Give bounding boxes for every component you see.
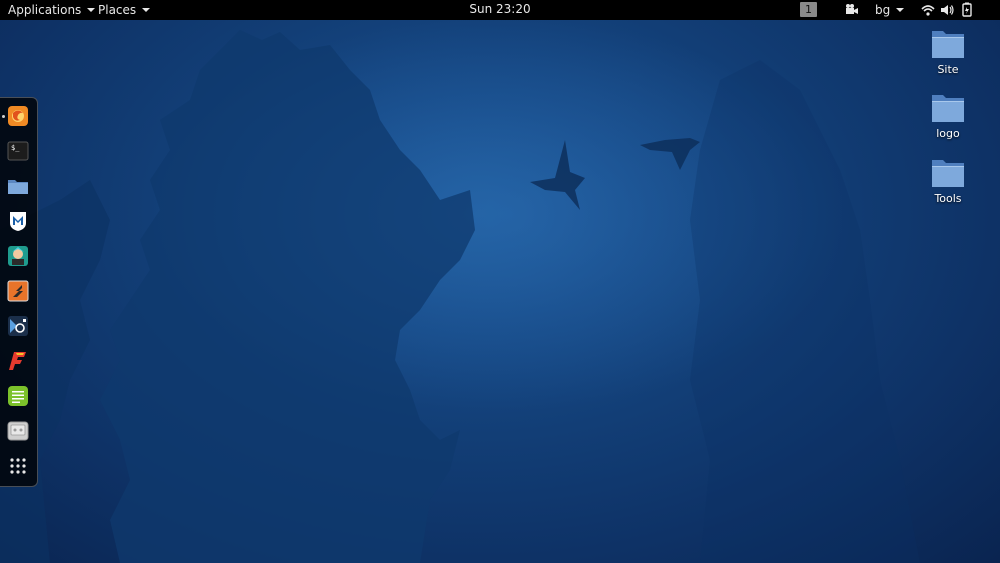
dock-item-leafpad[interactable] bbox=[7, 385, 29, 407]
battery-icon bbox=[962, 2, 972, 17]
desktop-folder-logo[interactable]: logo bbox=[918, 92, 978, 140]
dock-item-show-applications[interactable] bbox=[7, 455, 29, 477]
desktop-icon-label: Tools bbox=[934, 192, 962, 205]
volume-icon bbox=[941, 5, 954, 15]
maltego-icon bbox=[8, 316, 28, 336]
applications-menu-label: Applications bbox=[8, 2, 82, 17]
show-applications-icon bbox=[10, 458, 26, 474]
folder-icon bbox=[932, 160, 964, 187]
camera-icon[interactable] bbox=[845, 2, 859, 18]
desktop-icon-label: Site bbox=[937, 63, 959, 76]
places-menu-label: Places bbox=[98, 2, 137, 17]
metasploit-icon bbox=[10, 212, 26, 231]
burpsuite-icon bbox=[7, 280, 29, 302]
dash-dock: $_ bbox=[0, 97, 38, 487]
top-panel: Applications Places Sun 23:20 1 bg bbox=[0, 0, 1000, 20]
folder-icon bbox=[932, 31, 964, 58]
firefox-icon bbox=[8, 106, 28, 126]
dock-item-burpsuite[interactable] bbox=[7, 280, 29, 302]
dock-item-cutycapt[interactable] bbox=[7, 420, 29, 442]
leafpad-icon bbox=[8, 386, 28, 406]
dock-item-maltego[interactable] bbox=[7, 315, 29, 337]
chevron-down-icon bbox=[896, 8, 905, 12]
files-icon bbox=[8, 180, 28, 194]
terminal-icon: $_ bbox=[7, 141, 29, 161]
running-indicator bbox=[2, 115, 5, 118]
dock-item-files[interactable] bbox=[7, 175, 29, 197]
desktop-icon-label: logo bbox=[936, 127, 960, 140]
dock-item-armitage[interactable] bbox=[7, 245, 29, 267]
svg-text:$_: $_ bbox=[11, 144, 20, 152]
desktop-folder-site[interactable]: Site bbox=[918, 28, 978, 76]
places-menu[interactable]: Places bbox=[98, 0, 151, 20]
dock-item-metasploit[interactable] bbox=[7, 210, 29, 232]
dock-item-terminal[interactable]: $_ bbox=[7, 140, 29, 162]
applications-menu[interactable]: Applications bbox=[8, 0, 96, 20]
chevron-down-icon bbox=[87, 8, 96, 12]
dock-item-firefox[interactable] bbox=[7, 105, 29, 127]
chevron-down-icon bbox=[142, 8, 151, 12]
faraday-icon bbox=[9, 352, 26, 370]
desktop-folder-tools[interactable]: Tools bbox=[918, 157, 978, 205]
user-menu-label: bg bbox=[875, 2, 891, 17]
desktop-wallpaper bbox=[0, 0, 1000, 563]
cutycapt-icon bbox=[7, 421, 29, 441]
user-menu[interactable]: bg bbox=[875, 0, 905, 20]
armitage-icon bbox=[8, 246, 28, 266]
system-status-menu[interactable] bbox=[918, 0, 994, 20]
clock[interactable]: Sun 23:20 bbox=[469, 2, 530, 16]
dock-item-faraday[interactable] bbox=[7, 350, 29, 372]
workspace-indicator[interactable]: 1 bbox=[800, 2, 817, 17]
wifi-icon bbox=[921, 5, 935, 16]
folder-icon bbox=[932, 95, 964, 122]
